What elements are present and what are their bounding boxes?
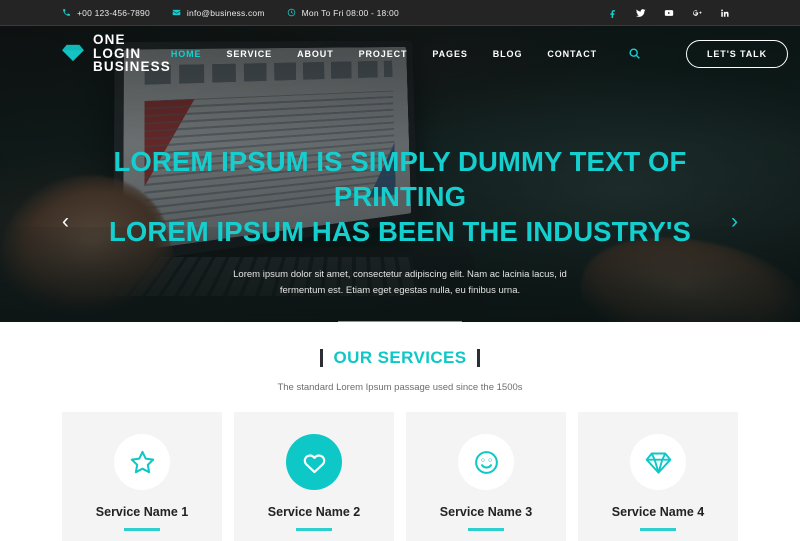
service-icon-circle-1 <box>114 434 170 490</box>
service-icon-circle-3 <box>458 434 514 490</box>
linkedin-icon[interactable] <box>719 7 730 18</box>
topbar-hours-text: Mon To Fri 08:00 - 18:00 <box>301 7 399 18</box>
service-card-1[interactable]: Service Name 1 Lorem ipsum dolor sit ame… <box>62 412 222 541</box>
lets-talk-button[interactable]: LET'S TALK <box>686 39 788 68</box>
service-icon-circle-4 <box>630 434 686 490</box>
services-title-text: OUR SERVICES <box>333 348 467 367</box>
nav-item-contact[interactable]: CONTACT <box>547 49 597 59</box>
hero-banner: ONE LOGIN BUSINESS HOME SERVICE ABOUT PR… <box>0 26 800 322</box>
service-card-underline-2 <box>296 528 332 531</box>
topbar-phone[interactable]: +00 123-456-7890 <box>62 8 150 18</box>
envelope-icon <box>172 8 181 17</box>
service-card-underline-3 <box>468 528 504 531</box>
site-logo-text: ONE LOGIN BUSINESS <box>93 33 171 74</box>
service-cards: Service Name 1 Lorem ipsum dolor sit ame… <box>0 393 800 541</box>
service-card-title-4: Service Name 4 <box>611 505 705 519</box>
title-bar-left-icon <box>319 349 323 367</box>
nav-item-home[interactable]: HOME <box>171 49 202 59</box>
nav-item-project[interactable]: PROJECT <box>359 49 408 59</box>
title-bar-right-icon <box>477 349 481 367</box>
carousel-next-button[interactable]: › <box>731 211 738 232</box>
logo-line-2: BUSINESS <box>93 59 171 75</box>
service-card-3[interactable]: Service Name 3 Lorem ipsum dolor sit ame… <box>406 412 566 541</box>
nav-item-service[interactable]: SERVICE <box>226 49 272 59</box>
service-icon-circle-2 <box>286 434 342 490</box>
heart-icon <box>301 449 328 476</box>
hero-paragraph: Lorem ipsum dolor sit amet, consectetur … <box>233 268 567 297</box>
service-card-title-2: Service Name 2 <box>267 505 361 519</box>
nav-item-blog[interactable]: BLOG <box>493 49 523 59</box>
main-navbar: ONE LOGIN BUSINESS HOME SERVICE ABOUT PR… <box>0 26 800 81</box>
top-bar: +00 123-456-7890 info@business.com Mon T… <box>0 0 800 26</box>
services-subtitle: The standard Lorem Ipsum passage used si… <box>277 382 523 393</box>
topbar-email-text: info@business.com <box>186 7 265 18</box>
site-logo[interactable]: ONE LOGIN BUSINESS <box>62 33 171 74</box>
search-icon[interactable] <box>622 47 641 60</box>
hero-heading: LOREM IPSUM IS SIMPLY DUMMY TEXT OF PRIN… <box>80 144 720 250</box>
topbar-hours: Mon To Fri 08:00 - 18:00 <box>287 8 399 18</box>
logo-line-1: ONE LOGIN <box>93 31 142 61</box>
topbar-email[interactable]: info@business.com <box>172 8 265 18</box>
carousel-prev-button[interactable]: ‹ <box>62 211 69 232</box>
nav-item-about[interactable]: ABOUT <box>297 49 334 59</box>
hero-heading-line-2: LOREM IPSUM HAS BEEN THE INDUSTRY'S <box>109 216 691 248</box>
service-card-underline-1 <box>124 528 160 531</box>
services-section: OUR SERVICES The standard Lorem Ipsum pa… <box>0 322 800 541</box>
diamond-icon <box>645 449 672 476</box>
diamond-icon <box>62 43 84 63</box>
service-card-underline-4 <box>640 528 676 531</box>
social-links <box>607 7 776 18</box>
service-card-2[interactable]: Service Name 2 Lorem ipsum dolor sit ame… <box>234 412 394 541</box>
top-bar-contact-group: +00 123-456-7890 info@business.com Mon T… <box>62 8 399 18</box>
youtube-icon[interactable] <box>663 7 674 18</box>
hero-heading-line-1: LOREM IPSUM IS SIMPLY DUMMY TEXT OF PRIN… <box>113 146 687 213</box>
twitter-icon[interactable] <box>635 7 646 18</box>
nav-item-pages[interactable]: PAGES <box>432 49 467 59</box>
services-title: OUR SERVICES <box>319 348 481 368</box>
smiley-icon <box>473 449 500 476</box>
service-card-4[interactable]: Service Name 4 Lorem ipsum dolor sit ame… <box>578 412 738 541</box>
star-icon <box>129 449 156 476</box>
read-more-button[interactable]: READ MORE › <box>337 320 462 322</box>
facebook-icon[interactable] <box>607 7 618 18</box>
services-heading-group: OUR SERVICES The standard Lorem Ipsum pa… <box>0 348 800 393</box>
googleplus-icon[interactable] <box>691 7 702 18</box>
nav-links: HOME SERVICE ABOUT PROJECT PAGES BLOG CO… <box>171 39 800 68</box>
phone-icon <box>62 8 71 17</box>
hero-content: LOREM IPSUM IS SIMPLY DUMMY TEXT OF PRIN… <box>0 86 800 322</box>
topbar-phone-text: +00 123-456-7890 <box>77 7 150 18</box>
service-card-title-3: Service Name 3 <box>439 505 533 519</box>
service-card-title-1: Service Name 1 <box>95 505 189 519</box>
clock-icon <box>287 8 296 17</box>
